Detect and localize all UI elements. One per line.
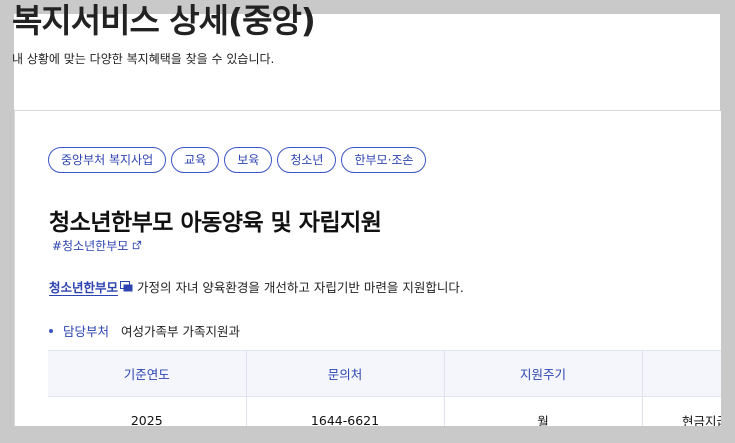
table-header-row: 기준연도 문의처 지원주기 (48, 350, 721, 397)
tag-youth[interactable]: 청소년 (277, 147, 337, 173)
service-description: 청소년한부모 가정의 자녀 양육환경을 개선하고 자립기반 마련을 지원합니다. (49, 277, 464, 296)
tag-childcare[interactable]: 보육 (224, 147, 273, 173)
header-support-cycle: 지원주기 (444, 350, 643, 397)
external-link-icon (133, 240, 142, 250)
service-title: 청소년한부모 아동양육 및 자립지원 (49, 210, 382, 236)
header-base-year: 기준연도 (48, 350, 247, 397)
page-title: 복지서비스 상세(중앙) (12, 1, 316, 40)
header-contact: 문의처 (246, 350, 445, 397)
bullet-dot-icon (49, 328, 53, 333)
header-support-type (642, 350, 721, 397)
page-subtitle: 내 상황에 맞는 다양한 복지혜택을 찾을 수 있습니다. (12, 52, 275, 66)
service-info-table: 기준연도 문의처 지원주기 2025 1644-6621 월 현금지급 (48, 350, 721, 426)
tag-education[interactable]: 교육 (171, 147, 220, 173)
category-tags: 중앙부처 복지사업 교육 보육 청소년 한부모·조손 (48, 147, 427, 173)
popup-window-icon (120, 281, 133, 292)
description-link-text: 청소년한부모 (49, 280, 119, 295)
department-label: 담당부처 (63, 324, 110, 339)
tag-central-ministry[interactable]: 중앙부처 복지사업 (48, 147, 167, 173)
table-row: 2025 1644-6621 월 현금지급 (48, 396, 721, 426)
cell-support-cycle: 월 (444, 396, 643, 426)
cell-support-type: 현금지급 (642, 396, 721, 426)
description-text: 가정의 자녀 양육환경을 개선하고 자립기반 마련을 지원합니다. (133, 280, 464, 295)
hashtag-text: #청소년한부모 (52, 239, 129, 253)
description-link[interactable]: 청소년한부모 (49, 277, 133, 296)
service-detail-card: 중앙부처 복지사업 교육 보육 청소년 한부모·조손 청소년한부모 아동양육 및… (14, 111, 721, 426)
tag-single-parent[interactable]: 한부모·조손 (341, 147, 427, 173)
department-row: 담당부처 여성가족부 가족지원과 (49, 321, 240, 340)
department-value: 여성가족부 가족지원과 (121, 324, 240, 339)
hashtag-link[interactable]: #청소년한부모 (52, 237, 142, 254)
cell-base-year: 2025 (48, 396, 247, 426)
cell-contact: 1644-6621 (246, 396, 445, 426)
